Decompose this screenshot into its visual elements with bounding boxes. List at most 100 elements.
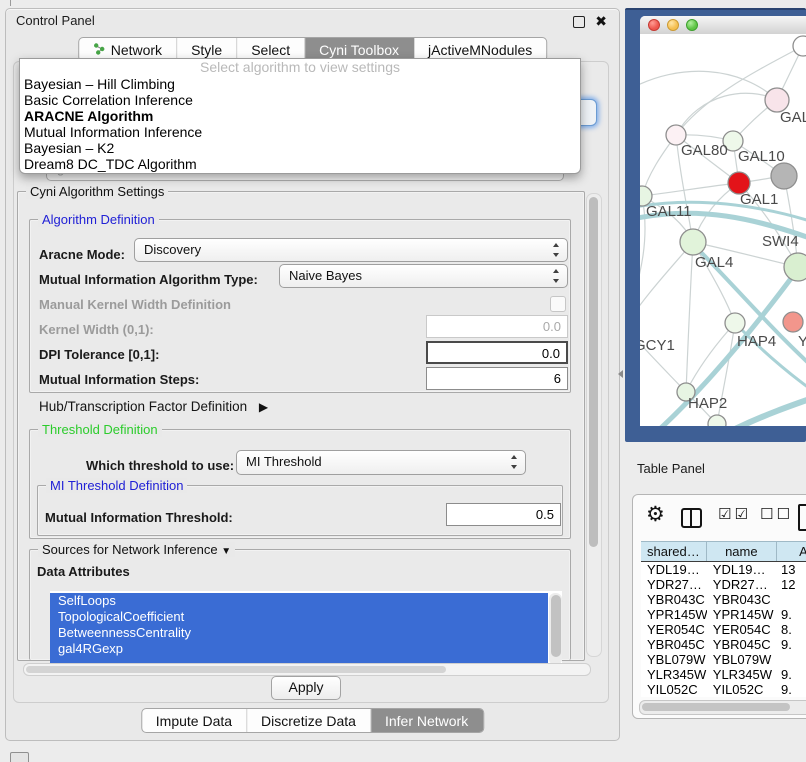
settings-gear-icon[interactable]: ⚙ <box>646 503 665 527</box>
select-all-checks-icon[interactable]: ☑☑ <box>718 505 751 523</box>
table-cell[interactable]: 9. <box>777 667 806 682</box>
table-cell[interactable]: YDR27… <box>641 577 707 592</box>
table-cell[interactable]: YLR345W <box>707 667 777 682</box>
expand-down-icon[interactable]: ▼ <box>221 546 231 557</box>
table-row[interactable]: YER054CYER054C8. <box>641 622 806 637</box>
data-attribute-item[interactable]: TopologicalCoefficient <box>50 609 548 625</box>
apply-button[interactable]: Apply <box>271 676 341 700</box>
table-cell[interactable]: YBL079W <box>707 652 777 667</box>
table-cell[interactable]: YBR043C <box>707 592 777 607</box>
table-cell[interactable] <box>777 592 806 607</box>
network-canvas[interactable]: GALGAL80GAL10GAL1GAL11GAL4SWI4HAP4YGCY1H… <box>640 34 806 426</box>
table-cell[interactable]: YDR27… <box>707 577 777 592</box>
table-cell[interactable]: YBR045C <box>707 637 777 652</box>
table-row[interactable]: YDL19…YDL19…13 <box>641 562 806 577</box>
bottom-tab-infer-network[interactable]: Infer Network <box>371 709 483 732</box>
table-cell[interactable]: YBR043C <box>641 592 707 607</box>
algorithm-option[interactable]: Dream8 DC_TDC Algorithm <box>20 156 580 172</box>
minimize-traffic-light-icon[interactable] <box>667 19 679 31</box>
network-node-label: Y <box>798 333 806 350</box>
table-hscrollbar-thumb[interactable] <box>642 703 790 711</box>
data-attribute-item[interactable]: gal4RGexp <box>50 641 548 657</box>
algorithm-option[interactable]: Mutual Information Inference <box>20 124 580 140</box>
which-threshold-combo[interactable]: MI Threshold <box>236 450 526 475</box>
table-horizontal-scrollbar[interactable] <box>639 700 806 715</box>
network-node-swi4[interactable] <box>784 253 806 281</box>
table-cell[interactable]: YER054C <box>707 622 777 637</box>
table-cell[interactable]: YDL19… <box>707 562 777 577</box>
table-cell[interactable]: YPR145W <box>707 607 777 622</box>
aracne-mode-combo[interactable]: Discovery <box>134 238 568 262</box>
table-cell[interactable]: YDL19… <box>641 562 707 577</box>
attributes-scrollbar[interactable] <box>549 593 562 665</box>
bottom-tab-label: Discretize Data <box>261 713 356 729</box>
network-graph[interactable]: GALGAL80GAL10GAL1GAL11GAL4SWI4HAP4YGCY1H… <box>640 34 806 426</box>
dpi-tolerance-field[interactable]: 0.0 <box>426 341 568 364</box>
table-cell[interactable]: 9. <box>777 607 806 622</box>
settings-horizontal-scrollbar[interactable] <box>23 663 591 676</box>
data-attribute-item[interactable]: BetweennessCentrality <box>50 625 548 641</box>
table-row[interactable]: YBL079WYBL079W <box>641 652 806 667</box>
network-node[interactable] <box>793 36 806 56</box>
table-row[interactable]: YLR345WYLR345W9. <box>641 667 806 682</box>
bottom-tab-discretize-data[interactable]: Discretize Data <box>247 709 371 732</box>
table-row[interactable]: YDR27…YDR27…12 <box>641 577 806 592</box>
algorithm-option[interactable]: Basic Correlation Inference <box>20 92 580 108</box>
table-cell[interactable]: YPR145W <box>641 607 707 622</box>
table-cell[interactable]: YIL052C <box>707 682 777 697</box>
close-icon[interactable]: ✖ <box>595 12 607 30</box>
bottom-tab-impute-data[interactable]: Impute Data <box>142 709 247 732</box>
table-row[interactable]: YBR043CYBR043C <box>641 592 806 607</box>
table-cell[interactable]: 9. <box>777 682 806 697</box>
attributes-scrollbar-thumb[interactable] <box>551 595 561 657</box>
table-cell[interactable]: YIL052C <box>641 682 707 697</box>
deselect-checks-icon[interactable]: ☐☐ <box>760 505 793 523</box>
network-node[interactable] <box>708 415 726 426</box>
algorithm-option[interactable]: ARACNE Algorithm <box>20 108 580 124</box>
settings-vertical-scrollbar[interactable] <box>586 193 602 657</box>
table-cell[interactable]: 12 <box>777 577 806 592</box>
column-header[interactable]: name <box>707 542 777 561</box>
table-cell[interactable]: YBR045C <box>641 637 707 652</box>
export-table-icon[interactable] <box>798 504 806 531</box>
algorithm-popup-placeholder[interactable]: Select algorithm to view settings <box>20 59 580 76</box>
table-row[interactable]: YIL052CYIL052C9. <box>641 682 806 697</box>
table-row[interactable]: YBR045CYBR045C9. <box>641 637 806 652</box>
data-attribute-item[interactable]: SelfLoops <box>50 593 548 609</box>
table-cell[interactable]: YLR345W <box>641 667 707 682</box>
table-row[interactable]: YPR145WYPR145W9. <box>641 607 806 622</box>
column-layout-icon[interactable] <box>681 508 702 528</box>
network-node-y[interactable] <box>783 312 803 332</box>
column-header[interactable]: A <box>777 542 806 561</box>
sources-title-text: Sources for Network Inference <box>42 542 218 557</box>
panel-splitter-arrow-icon[interactable] <box>618 370 623 378</box>
table-cell[interactable]: YER054C <box>641 622 707 637</box>
mi-threshold-field[interactable]: 0.5 <box>446 503 561 526</box>
table-cell[interactable]: 9. <box>777 637 806 652</box>
expand-right-icon[interactable]: ▶ <box>259 400 268 414</box>
kernel-width-field[interactable]: 0.0 <box>426 315 568 338</box>
algorithm-option[interactable]: Bayesian – Hill Climbing <box>20 76 580 92</box>
close-traffic-light-icon[interactable] <box>648 19 660 31</box>
sources-title[interactable]: Sources for Network Inference ▼ <box>38 542 235 557</box>
column-header[interactable]: shared… <box>641 542 707 561</box>
network-node-gal4[interactable] <box>680 229 706 255</box>
minimized-panel-icon[interactable] <box>10 752 29 762</box>
float-window-icon[interactable] <box>573 16 585 28</box>
table-cell[interactable]: 13 <box>777 562 806 577</box>
table-cell[interactable]: 8. <box>777 622 806 637</box>
network-node-hap4[interactable] <box>725 313 745 333</box>
settings-hscrollbar-thumb[interactable] <box>26 666 446 673</box>
threshold-definition-title: Threshold Definition <box>38 422 162 437</box>
table-cell[interactable]: YBL079W <box>641 652 707 667</box>
mi-type-combo[interactable]: Naive Bayes <box>279 264 568 288</box>
zoom-traffic-light-icon[interactable] <box>686 19 698 31</box>
algorithm-option[interactable]: Bayesian – K2 <box>20 140 580 156</box>
mi-steps-field[interactable]: 6 <box>426 367 568 390</box>
network-node[interactable] <box>771 163 797 189</box>
settings-scrollbar-thumb[interactable] <box>589 197 598 547</box>
manual-kernel-checkbox[interactable] <box>550 296 566 312</box>
table-cell[interactable] <box>777 652 806 667</box>
network-window-titlebar[interactable] <box>640 16 806 35</box>
hub-section[interactable]: Hub/Transcription Factor Definition ▶ <box>39 399 268 414</box>
